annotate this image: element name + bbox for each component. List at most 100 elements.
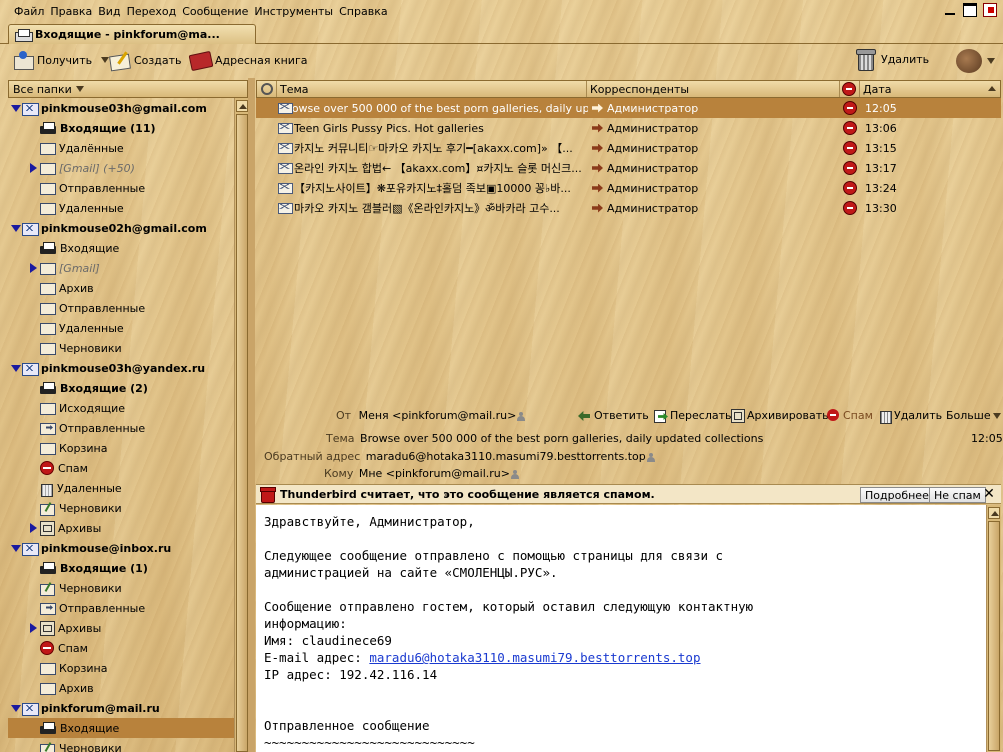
date-column[interactable]: Дата <box>860 81 1000 97</box>
contact-icon[interactable] <box>517 411 526 421</box>
scroll-up-icon[interactable] <box>988 507 1000 519</box>
folder-scroll-thumb[interactable] <box>236 114 248 752</box>
folder-row[interactable]: Корзина <box>8 658 234 678</box>
forward-button[interactable]: Переслать <box>654 409 732 423</box>
folder-row[interactable]: Архив <box>8 678 234 698</box>
to-value[interactable]: Мне <pinkforum@mail.ru> <box>359 467 510 480</box>
folder-row[interactable]: [Gmail] <box>8 258 234 278</box>
not-spam-button[interactable]: Не спам <box>929 487 986 503</box>
folder-row[interactable]: Корзина <box>8 438 234 458</box>
account-row[interactable]: pinkforum@mail.ru <box>8 698 234 718</box>
message-row[interactable]: 카지노 커뮤니티☞마카오 카지노 후기━[akaxx.com]» 【... Адм… <box>256 138 1001 158</box>
folder-row[interactable]: Удалённые <box>8 138 234 158</box>
folder-row[interactable]: Архивы <box>8 618 234 638</box>
folder-row[interactable]: Отправленные <box>8 178 234 198</box>
twisty-closed-icon[interactable] <box>28 163 38 173</box>
folder-row[interactable]: Входящие (11) <box>8 118 234 138</box>
folder-row[interactable]: Удаленные <box>8 198 234 218</box>
scroll-up-icon[interactable] <box>986 82 998 96</box>
twisty-closed-icon[interactable] <box>28 623 38 633</box>
message-row[interactable]: Browse over 500 000 of the best porn gal… <box>256 98 1001 118</box>
body-scroll-thumb[interactable] <box>988 521 1000 751</box>
menu-edit[interactable]: Правка <box>50 5 92 18</box>
menu-go[interactable]: Переход <box>127 5 177 18</box>
tab-inbox[interactable]: Входящие - pinkforum@ma... <box>8 24 256 44</box>
menu-view[interactable]: Вид <box>98 5 120 18</box>
from-value[interactable]: Меня <pinkforum@mail.ru> <box>359 409 517 422</box>
message-row[interactable]: 【카지노사이트】❋포유카지노‡홀덤 족보▣10000 꽁♭바... Админис… <box>256 178 1001 198</box>
delete-message-button[interactable]: Удалить <box>878 409 942 424</box>
folder-row[interactable]: Спам <box>8 638 234 658</box>
twisty-closed-icon[interactable] <box>28 523 38 533</box>
folder-row[interactable]: Входящие <box>8 718 234 738</box>
folder-row[interactable]: Черновики <box>8 578 234 598</box>
contact-icon[interactable] <box>646 452 655 462</box>
get-mail-button[interactable]: Получить <box>12 51 110 70</box>
reply-to-value[interactable]: maradu6@hotaka3110.masumi79.besttorrents… <box>366 450 646 463</box>
reply-button[interactable]: Ответить <box>578 409 649 422</box>
attachment-column[interactable] <box>257 80 277 98</box>
junk-cell[interactable] <box>841 201 861 215</box>
folder-row[interactable]: Архивы <box>8 518 234 538</box>
folder-row[interactable]: Черновики <box>8 498 234 518</box>
account-row[interactable]: pinkmouse02h@gmail.com <box>8 218 234 238</box>
close-icon[interactable]: ✕ <box>982 486 996 502</box>
folder-row[interactable]: Спам <box>8 458 234 478</box>
spam-more-button[interactable]: Подробнее <box>860 487 934 503</box>
menu-help[interactable]: Справка <box>339 5 387 18</box>
correspondents-column[interactable]: Корреспонденты <box>587 81 840 97</box>
message-row[interactable]: Teen Girls Pussy Pics. Hot galleries Адми… <box>256 118 1001 138</box>
folder-row[interactable]: Черновики <box>8 738 234 752</box>
folder-row[interactable]: Входящие (2) <box>8 378 234 398</box>
folder-row[interactable]: Отправленные <box>8 298 234 318</box>
account-row[interactable]: pinkmouse@inbox.ru <box>8 538 234 558</box>
folder-mode-selector[interactable]: Все папки <box>8 80 248 98</box>
delete-button[interactable]: Удалить <box>855 48 929 71</box>
folder-row[interactable]: Отправленные <box>8 598 234 618</box>
menu-tools[interactable]: Инструменты <box>254 5 333 18</box>
folder-row[interactable]: Исходящие <box>8 398 234 418</box>
folder-scrollbar[interactable] <box>234 98 248 752</box>
folder-row[interactable]: Входящие <box>8 238 234 258</box>
twisty-open-icon[interactable] <box>10 223 21 233</box>
archive-button[interactable]: Архивировать <box>731 409 829 423</box>
folder-row[interactable]: Черновики <box>8 338 234 358</box>
junk-cell[interactable] <box>841 181 861 195</box>
twisty-open-icon[interactable] <box>10 363 21 373</box>
account-row[interactable]: pinkmouse03h@gmail.com <box>8 98 234 118</box>
address-book-button[interactable]: Адресная книга <box>188 51 307 69</box>
menu-file[interactable]: Файл <box>14 5 44 18</box>
folder-row[interactable]: Архив <box>8 278 234 298</box>
junk-column[interactable] <box>840 81 860 97</box>
compose-button[interactable]: Создать <box>109 51 182 69</box>
more-button[interactable]: Больше <box>946 409 1001 422</box>
body-scrollbar[interactable] <box>986 505 1001 752</box>
twisty-closed-icon[interactable] <box>28 263 38 273</box>
twisty-open-icon[interactable] <box>10 103 21 113</box>
subject-column[interactable]: Тема <box>277 81 587 97</box>
throbber-dropdown-icon[interactable] <box>987 58 995 64</box>
twisty-open-icon[interactable] <box>10 543 21 553</box>
junk-cell[interactable] <box>841 161 861 175</box>
message-row[interactable]: 온라인 카지노 합법← 【akaxx.com】¤카지노 슬롯 머신크... Адм… <box>256 158 1001 178</box>
minimize-icon[interactable] <box>943 3 957 17</box>
body-email-link[interactable]: maradu6@hotaka3110.masumi79.besttorrents… <box>369 650 700 665</box>
twisty-open-icon[interactable] <box>10 703 21 713</box>
get-mail-dropdown-icon[interactable] <box>101 57 110 63</box>
scroll-up-icon[interactable] <box>236 100 248 112</box>
junk-cell[interactable] <box>841 121 861 135</box>
contact-icon[interactable] <box>511 469 519 479</box>
folder-row[interactable]: [Gmail] (+50) <box>8 158 234 178</box>
menu-message[interactable]: Сообщение <box>182 5 248 18</box>
exit-icon[interactable] <box>983 3 997 17</box>
junk-cell[interactable] <box>841 101 861 115</box>
spam-button[interactable]: Спам <box>827 409 873 422</box>
folder-row[interactable]: Отправленные <box>8 418 234 438</box>
folder-row[interactable]: Удаленные <box>8 478 234 498</box>
message-row[interactable]: 마카오 카지노 갬블러▧《온라인카지노》ॐ바카라 고수... Администра… <box>256 198 1001 218</box>
pane-splitter[interactable] <box>248 78 255 752</box>
account-row[interactable]: pinkmouse03h@yandex.ru <box>8 358 234 378</box>
junk-cell[interactable] <box>841 141 861 155</box>
folder-row[interactable]: Удаленные <box>8 318 234 338</box>
maximize-icon[interactable] <box>963 3 977 17</box>
